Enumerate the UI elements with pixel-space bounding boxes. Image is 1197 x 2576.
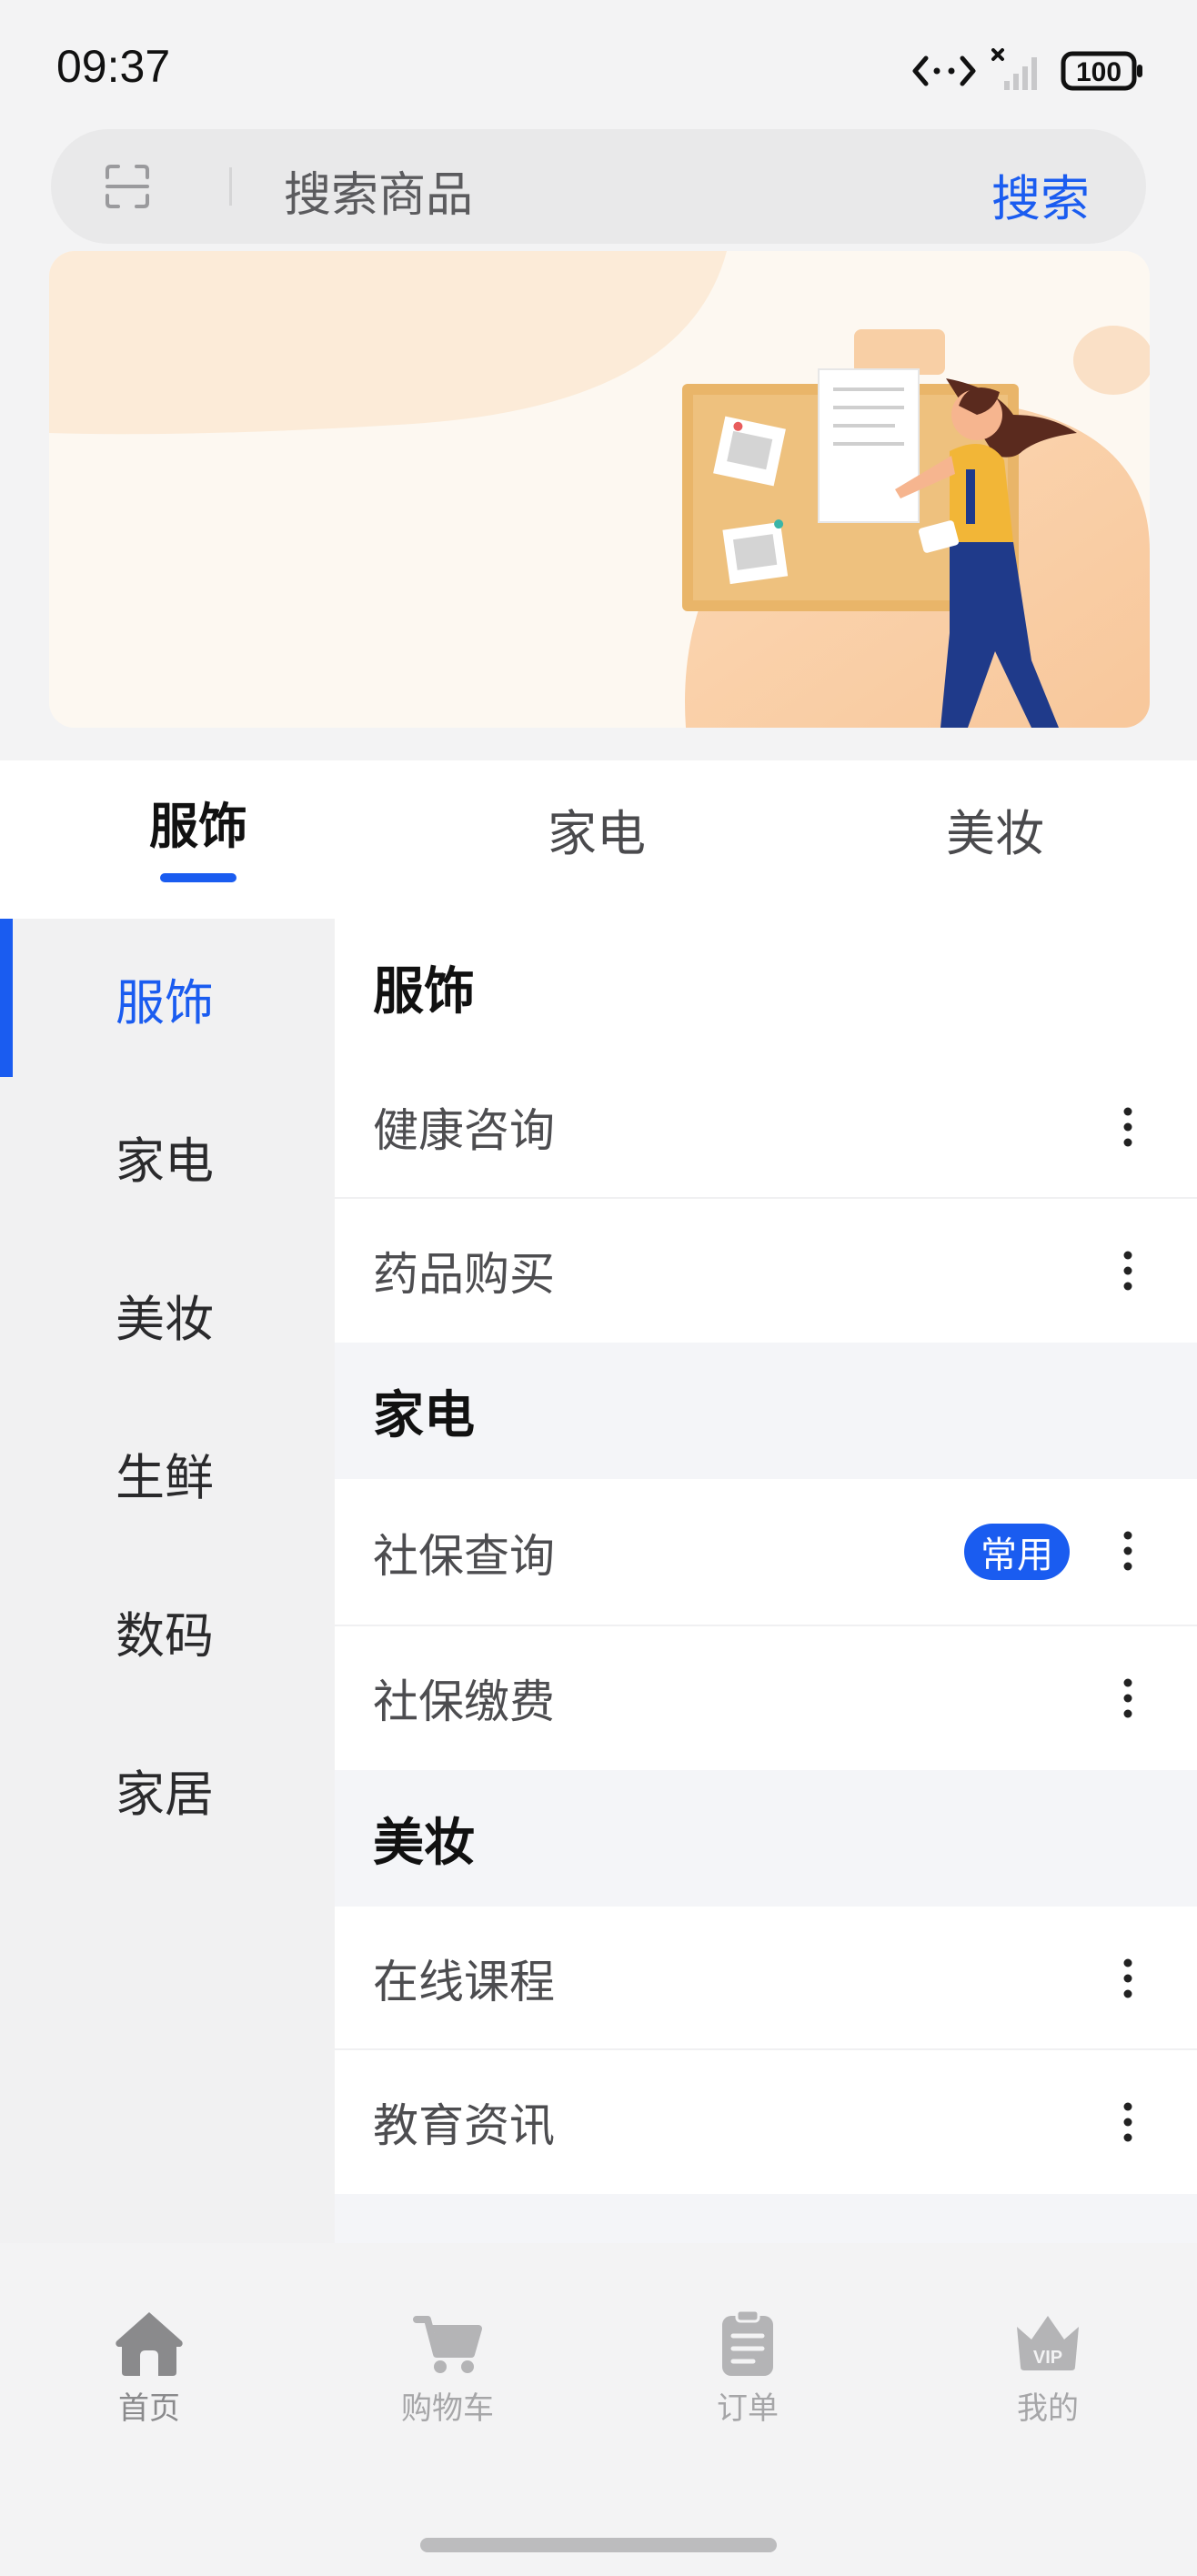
nav-label: 购物车 [401,2390,494,2427]
nav-profile[interactable]: VIP 我的 [957,2309,1139,2428]
nav-cart[interactable]: 购物车 [357,2309,538,2428]
sidebar-item-label: 美妆 [116,1290,214,1348]
list-item[interactable]: 健康咨询 [335,1055,1197,1199]
list-item[interactable]: 在线课程 [335,1907,1197,2050]
tab-beauty[interactable]: 美妆 [877,793,1113,865]
sidebar-item-label: 家电 [116,1132,214,1190]
status-bar: 09:37 100 [0,0,1197,127]
sidebar-item-label: 家居 [116,1765,214,1823]
more-icon[interactable] [1122,1104,1133,1150]
list-item-label: 社保缴费 [373,1675,555,1728]
banner-illustration [49,251,1150,728]
sidebar-item-clothing[interactable]: 服饰 [0,919,335,1077]
status-time: 09:37 [56,41,171,92]
section-title: 美妆 [373,1813,475,1873]
nav-home[interactable]: 首页 [58,2309,240,2428]
cart-icon [413,2316,482,2373]
scan-icon[interactable] [104,163,151,210]
promo-banner[interactable] [49,251,1150,728]
sidebar-item-label: 生鲜 [116,1448,214,1506]
list-item-label: 社保查询 [373,1530,555,1583]
more-icon[interactable] [1122,2099,1133,2145]
search-bar[interactable]: 搜索商品 搜索 [51,129,1146,244]
category-sidebar: 服饰 家电 美妆 生鲜 数码 家居 [0,919,335,2243]
list-item-label: 健康咨询 [373,1104,555,1157]
list-item-label: 教育资讯 [373,2099,555,2152]
nav-orders[interactable]: 订单 [657,2309,839,2428]
nav-label: 订单 [717,2390,779,2427]
battery-level: 100 [1076,57,1122,87]
list-item-label: 在线课程 [373,1956,555,2008]
section-title: 服饰 [335,919,1197,1055]
bottom-nav: 首页 购物车 订单 VIP 我的 [0,2243,1197,2576]
sidebar-item-digital[interactable]: 数码 [0,1552,335,1710]
list-item[interactable]: 社保查询 常用 [335,1479,1197,1626]
tab-active-indicator [160,873,236,882]
battery-icon: 100 [1061,51,1142,91]
sidebar-item-fresh[interactable]: 生鲜 [0,1394,335,1552]
home-indicator[interactable] [420,2538,777,2552]
more-icon[interactable] [1122,1248,1133,1293]
status-icons: 100 [911,45,1144,96]
sidebar-item-home[interactable]: 家居 [0,1710,335,1868]
category-content: 服饰 健康咨询 药品购买 家电 社保查询 常用 社保缴费 美妆 在线课程 教育资… [335,919,1197,2243]
vip-crown-icon: VIP [1017,2316,1079,2370]
search-button[interactable]: 搜索 [991,158,1090,230]
nav-label: 首页 [118,2390,180,2427]
more-icon[interactable] [1122,1675,1133,1721]
search-divider [229,167,232,206]
sidebar-item-label: 数码 [116,1606,214,1665]
section-title: 家电 [373,1385,475,1445]
list-item[interactable]: 社保缴费 [335,1626,1197,1770]
tab-clothing[interactable]: 服饰 [80,786,317,858]
list-item-label: 药品购买 [373,1248,555,1301]
sidebar-item-appliances[interactable]: 家电 [0,1077,335,1235]
home-icon [116,2312,183,2376]
sidebar-item-label: 服饰 [116,973,214,1031]
nav-label: 我的 [1017,2390,1079,2427]
data-transfer-icon [912,55,976,86]
category-tabs: 服饰 家电 美妆 [0,760,1197,919]
sidebar-item-beauty[interactable]: 美妆 [0,1235,335,1394]
tab-appliances[interactable]: 家电 [478,793,715,865]
order-icon [722,2309,773,2376]
search-input[interactable]: 搜索商品 [284,156,473,225]
more-icon[interactable] [1122,1528,1133,1574]
no-signal-icon [991,48,1037,90]
svg-text:VIP: VIP [1033,2348,1062,2368]
frequent-tag: 常用 [964,1524,1070,1580]
list-item[interactable]: 教育资讯 [335,2050,1197,2194]
list-item[interactable]: 药品购买 [335,1199,1197,1343]
more-icon[interactable] [1122,1956,1133,2001]
